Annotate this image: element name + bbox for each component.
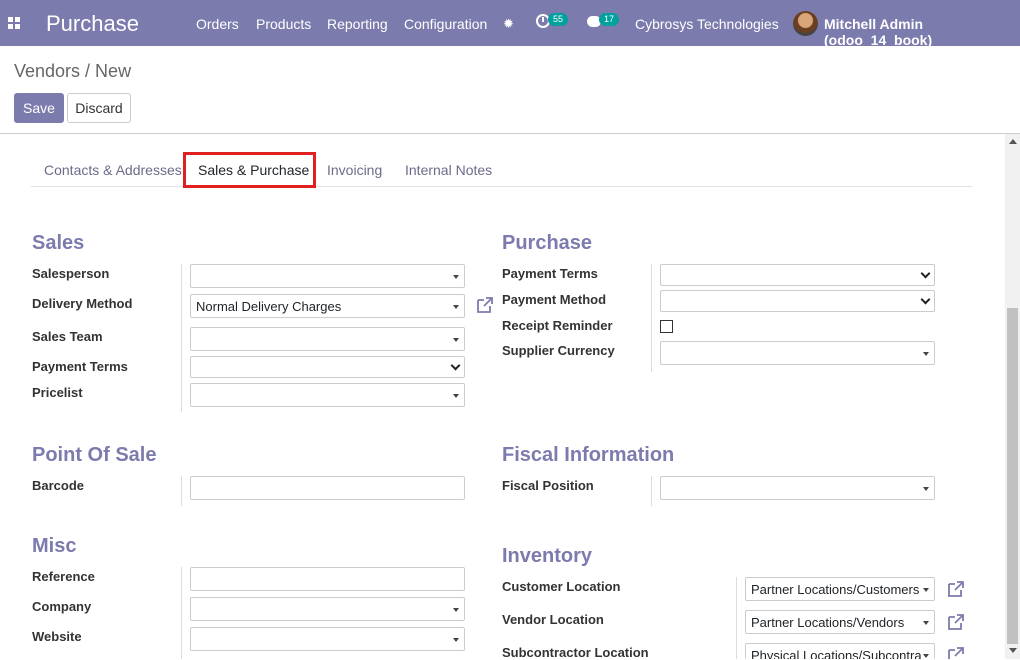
activity-badge: 55 xyxy=(548,13,569,26)
activity-button[interactable]: 55 xyxy=(536,13,569,28)
payment-method-label: Payment Method xyxy=(502,292,607,307)
external-link-icon[interactable] xyxy=(947,613,965,631)
tab-internal-notes[interactable]: Internal Notes xyxy=(405,162,492,178)
subcontractor-location-select[interactable]: Physical Locations/Subcontra xyxy=(745,643,935,659)
purchase-payment-terms-select[interactable] xyxy=(660,264,935,286)
supplier-currency-select[interactable] xyxy=(660,341,935,365)
delivery-method-label: Delivery Method xyxy=(32,296,133,311)
pricelist-select[interactable] xyxy=(190,383,465,407)
website-select[interactable] xyxy=(190,627,465,651)
vendor-location-value: Partner Locations/Vendors xyxy=(751,615,905,630)
sales-section-title: Sales xyxy=(32,232,85,254)
menu-orders[interactable]: Orders xyxy=(196,16,239,32)
barcode-input[interactable] xyxy=(190,476,465,500)
debug-icon[interactable]: ✹ xyxy=(503,16,514,32)
reference-input[interactable] xyxy=(190,567,465,591)
external-link-icon[interactable] xyxy=(947,580,965,598)
caret-down-icon xyxy=(923,621,929,625)
scroll-up-arrow-icon[interactable] xyxy=(1009,139,1017,144)
salesperson-label: Salesperson xyxy=(32,266,110,281)
sales-payment-terms-label: Payment Terms xyxy=(32,359,128,374)
scroll-thumb[interactable] xyxy=(1007,308,1018,644)
menu-products[interactable]: Products xyxy=(256,16,311,32)
fiscal-position-label: Fiscal Position xyxy=(502,478,594,493)
vertical-scrollbar[interactable] xyxy=(1005,134,1020,659)
external-link-icon[interactable] xyxy=(947,646,965,659)
customer-location-value: Partner Locations/Customers xyxy=(751,582,920,597)
purchase-payment-terms-label: Payment Terms xyxy=(502,266,598,281)
caret-down-icon xyxy=(453,394,459,398)
discard-button[interactable]: Discard xyxy=(67,93,131,123)
website-label: Website xyxy=(32,629,82,644)
chevron-down-icon xyxy=(920,268,931,279)
subcontractor-location-value: Physical Locations/Subcontra xyxy=(751,648,922,659)
tabs-divider xyxy=(31,186,972,187)
chevron-down-icon xyxy=(450,360,461,371)
company-label: Company xyxy=(32,599,92,614)
inventory-section-title: Inventory xyxy=(502,545,593,567)
customer-location-select[interactable]: Partner Locations/Customers xyxy=(745,577,935,601)
caret-down-icon xyxy=(923,588,929,592)
top-navbar: Purchase Orders Products Reporting Confi… xyxy=(0,0,1020,48)
caret-down-icon xyxy=(453,275,459,279)
app-title[interactable]: Purchase xyxy=(46,11,139,37)
receipt-reminder-label: Receipt Reminder xyxy=(502,318,613,333)
chevron-down-icon xyxy=(920,294,931,305)
barcode-label: Barcode xyxy=(32,478,85,493)
menu-reporting[interactable]: Reporting xyxy=(327,16,388,32)
sales-separator xyxy=(181,264,182,412)
pricelist-label: Pricelist xyxy=(32,385,83,400)
sales-team-label: Sales Team xyxy=(32,329,103,344)
apps-menu-icon[interactable] xyxy=(8,17,20,29)
pos-section-title: Point Of Sale xyxy=(32,444,157,466)
fiscal-section-title: Fiscal Information xyxy=(502,444,675,466)
supplier-currency-label: Supplier Currency xyxy=(502,343,615,358)
fiscal-separator xyxy=(651,476,652,506)
subcontractor-location-label: Subcontractor Location xyxy=(502,645,649,660)
avatar[interactable] xyxy=(793,11,818,36)
caret-down-icon xyxy=(923,487,929,491)
company-switcher[interactable]: Cybrosys Technologies xyxy=(635,16,779,32)
delivery-method-select[interactable]: Normal Delivery Charges xyxy=(190,294,465,318)
sales-team-select[interactable] xyxy=(190,327,465,351)
fiscal-position-select[interactable] xyxy=(660,476,935,500)
vendor-location-label: Vendor Location xyxy=(502,612,604,627)
messages-badge: 17 xyxy=(599,13,620,26)
caret-down-icon xyxy=(923,654,929,658)
caret-down-icon xyxy=(453,638,459,642)
purchase-section-title: Purchase xyxy=(502,232,593,254)
purchase-separator xyxy=(651,264,652,372)
inventory-separator xyxy=(736,577,737,659)
sales-payment-terms-select[interactable] xyxy=(190,356,465,378)
misc-section-title: Misc xyxy=(32,535,77,557)
save-button[interactable]: Save xyxy=(14,93,64,123)
reference-label: Reference xyxy=(32,569,95,584)
caret-down-icon xyxy=(453,305,459,309)
vendor-location-select[interactable]: Partner Locations/Vendors xyxy=(745,610,935,634)
external-link-icon[interactable] xyxy=(476,296,494,314)
company-select[interactable] xyxy=(190,597,465,621)
tab-invoicing[interactable]: Invoicing xyxy=(327,162,382,178)
receipt-reminder-checkbox[interactable] xyxy=(660,320,673,333)
caret-down-icon xyxy=(453,338,459,342)
control-panel: Vendors / New Save Discard xyxy=(0,46,1020,134)
misc-separator xyxy=(181,567,182,659)
tab-highlight-box xyxy=(183,152,316,188)
pos-separator xyxy=(181,476,182,506)
breadcrumb[interactable]: Vendors / New xyxy=(14,61,131,82)
user-menu[interactable]: Mitchell Admin (odoo_14_book) xyxy=(824,16,1020,48)
delivery-method-value: Normal Delivery Charges xyxy=(196,299,342,314)
payment-method-select[interactable] xyxy=(660,290,935,312)
caret-down-icon xyxy=(453,608,459,612)
tab-contacts-addresses[interactable]: Contacts & Addresses xyxy=(44,162,182,178)
caret-down-icon xyxy=(923,352,929,356)
customer-location-label: Customer Location xyxy=(502,579,621,594)
scroll-down-arrow-icon[interactable] xyxy=(1009,648,1017,653)
menu-configuration[interactable]: Configuration xyxy=(404,16,487,32)
salesperson-select[interactable] xyxy=(190,264,465,288)
messages-button[interactable]: 17 xyxy=(587,13,620,27)
